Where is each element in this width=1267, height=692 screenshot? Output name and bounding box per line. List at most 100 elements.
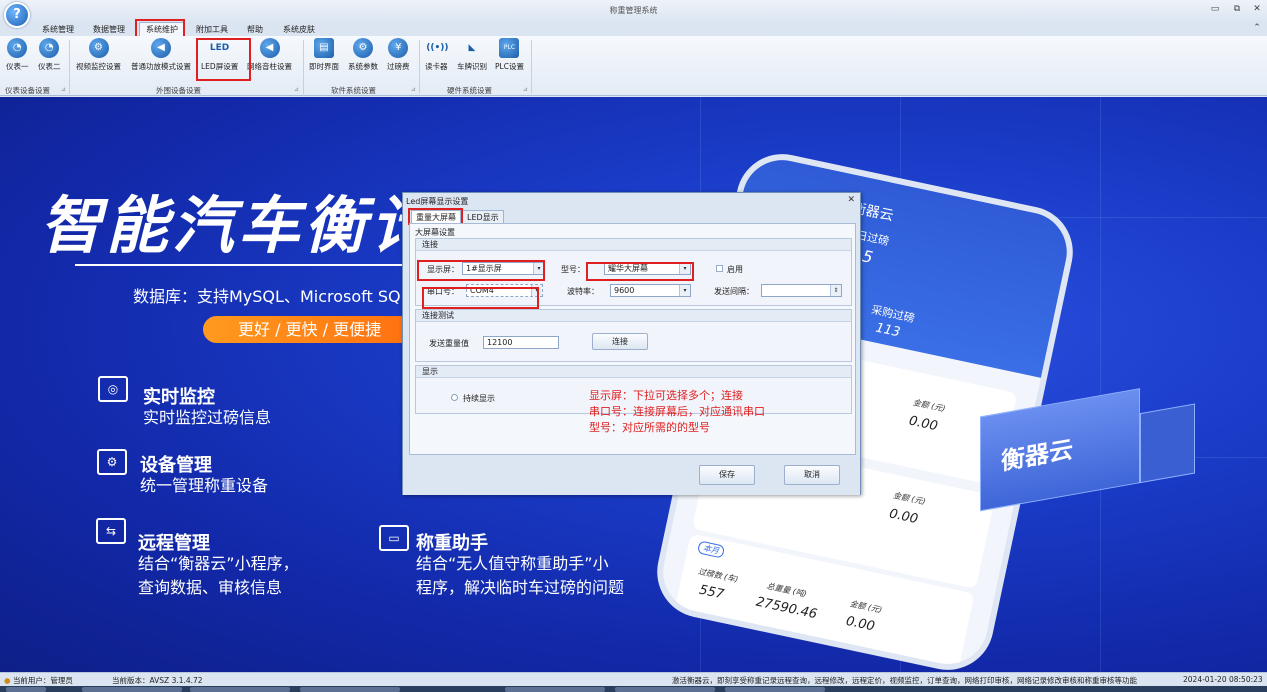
ribbon-separator <box>69 40 70 94</box>
gauge-icon: ◔ <box>39 38 60 58</box>
ribbon-gauge2-button[interactable]: ◔ 仪表二 <box>38 38 61 72</box>
port-value: COM4 <box>470 286 494 295</box>
led-settings-dialog: Led屏幕显示设置 ✕ 重量大屏幕 LED显示 大屏幕设置 连接 显示屏： 1#… <box>402 192 861 495</box>
phone-count-value: 557 <box>697 582 726 603</box>
app-logo-icon[interactable]: ? <box>4 2 30 28</box>
group-launcher-icon[interactable]: ⊿ <box>411 86 416 93</box>
chevron-down-icon[interactable]: ▾ <box>533 263 544 274</box>
group-label-meter: 仪表设备设置 <box>5 86 50 95</box>
window-title: 称重管理系统 <box>609 6 658 15</box>
group-label-peripheral: 外围设备设置 <box>156 86 201 95</box>
connect-button[interactable]: 连接 <box>592 333 648 350</box>
tab-led-display[interactable]: LED显示 <box>462 210 504 223</box>
port-combo[interactable]: COM4 ▾ <box>466 284 543 297</box>
menu-data-manage[interactable]: 数据管理 <box>93 24 125 35</box>
ribbon-label: 仪表一 <box>6 62 29 71</box>
chevron-down-icon[interactable]: ▾ <box>679 285 690 296</box>
taskbar-item[interactable] <box>300 687 400 692</box>
section-title: 大屏幕设置 <box>415 228 455 237</box>
ribbon-label: LED屏设置 <box>201 62 239 71</box>
taskbar-item[interactable] <box>615 687 715 692</box>
menu-extra-tools[interactable]: 附加工具 <box>196 24 228 35</box>
device-icon: ⚙ <box>97 449 127 475</box>
annotation-note: 串口号：连接屏幕后，对应通讯串口 <box>589 405 765 418</box>
taskbar-item[interactable] <box>725 687 825 692</box>
menu-system-manage[interactable]: 系统管理 <box>42 24 74 35</box>
model-value: 耀华大屏幕 <box>608 264 648 273</box>
menu-help[interactable]: 帮助 <box>247 24 263 35</box>
phone-amount-label: 金额 (元) <box>848 599 883 615</box>
interval-label: 发送间隔： <box>714 287 754 296</box>
display-value: 1#显示屏 <box>466 264 502 273</box>
cancel-button[interactable]: 取消 <box>784 465 840 485</box>
port-label: 串口号： <box>427 287 459 296</box>
baud-combo[interactable]: 9600 ▾ <box>610 284 691 297</box>
status-marquee: 激活衡器云，即刻享受称重记录远程查询，远程修改，远程定价，视频监控，订单查询，网… <box>672 676 1137 685</box>
phone-amount-label: 金额 (元) <box>912 397 947 414</box>
enable-label: 启用 <box>727 265 743 274</box>
group-label-hardware: 硬件系统设置 <box>447 86 492 95</box>
phone-amount-value: 0.00 <box>907 413 940 435</box>
status-bar: ● 当前用户：管理员 当前版本：AVSZ 3.1.4.72 激活衡器云，即刻享受… <box>0 672 1267 686</box>
dialog-close-icon[interactable]: ✕ <box>847 195 855 205</box>
ribbon-led-button[interactable]: LED LED屏设置 <box>201 38 238 72</box>
send-label: 发送重量值 <box>429 339 469 348</box>
ribbon-params-button[interactable]: ⚙ 系统参数 <box>348 38 378 72</box>
ribbon-amp-button[interactable]: ◀ 普通功放模式设置 <box>131 38 191 72</box>
minimize-button[interactable]: ▭ <box>1208 4 1222 14</box>
ribbon-fee-button[interactable]: ¥ 过磅费 <box>387 38 410 72</box>
menu-skin[interactable]: 系统皮肤 <box>283 24 315 35</box>
ribbon-netspeaker-button[interactable]: ◀ 网络音柱设置 <box>247 38 292 72</box>
ribbon-plc-button[interactable]: PLC PLC设置 <box>495 38 524 72</box>
taskbar-item[interactable] <box>6 687 46 692</box>
ribbon-video-button[interactable]: ⚙ 视频监控设置 <box>76 38 121 72</box>
phone-amount-label: 金额 (元) <box>892 490 927 507</box>
gauge-icon: ◔ <box>7 38 28 58</box>
phone-purchase-value: 113 <box>874 320 902 341</box>
group-launcher-icon[interactable]: ⊿ <box>294 86 299 93</box>
spin-icon[interactable]: ⇕ <box>830 285 841 296</box>
menu-system-maintain[interactable]: 系统维护 <box>139 22 185 37</box>
ribbon-label: 视频监控设置 <box>76 62 121 71</box>
chevron-down-icon[interactable]: ▾ <box>679 263 690 274</box>
menu-bar: 系统管理 数据管理 系统维护 附加工具 帮助 系统皮肤 ⌃ <box>0 22 1267 37</box>
taskbar-item[interactable] <box>505 687 605 692</box>
send-value-input[interactable]: 12100 <box>483 336 559 349</box>
close-button[interactable]: ✕ <box>1250 4 1264 14</box>
taskbar-item[interactable] <box>190 687 290 692</box>
ribbon-instant-button[interactable]: ▤ 即时界面 <box>309 38 339 72</box>
restore-button[interactable]: ⧉ <box>1230 4 1244 14</box>
baud-value: 9600 <box>614 286 635 295</box>
group-launcher-icon[interactable]: ⊿ <box>523 86 528 93</box>
continuous-radio[interactable] <box>451 394 458 401</box>
tab-big-screen[interactable]: 重量大屏幕 <box>411 210 461 223</box>
continuous-label: 持续显示 <box>463 394 495 403</box>
ribbon-gauge1-button[interactable]: ◔ 仪表一 <box>6 38 29 72</box>
annotation-note: 显示屏：下拉可选择多个；连接 <box>589 389 743 402</box>
model-label: 型号： <box>561 265 585 274</box>
ribbon-label: 普通功放模式设置 <box>131 62 191 71</box>
display-label: 显示屏： <box>427 265 459 274</box>
status-user-text: 当前用户：管理员 <box>12 676 73 685</box>
enable-checkbox[interactable] <box>716 265 723 272</box>
interval-spinner[interactable]: ⇕ <box>761 284 842 297</box>
ribbon-plate-button[interactable]: ◣ 车牌识别 <box>457 38 487 72</box>
taskbar <box>0 686 1267 692</box>
ribbon-label: PLC设置 <box>495 62 524 71</box>
plate-camera-icon: ◣ <box>468 43 476 53</box>
taskbar-item[interactable] <box>82 687 182 692</box>
model-combo[interactable]: 耀华大屏幕 ▾ <box>604 262 691 275</box>
feature-desc: 查询数据、审核信息 <box>138 578 283 597</box>
group-launcher-icon[interactable]: ⊿ <box>61 86 66 93</box>
save-button[interactable]: 保存 <box>699 465 755 485</box>
phone-weight-value: 27590.46 <box>754 594 819 623</box>
display-combo[interactable]: 1#显示屏 ▾ <box>462 262 545 275</box>
test-group: 连接测试 发送重量值 12100 连接 <box>415 309 852 362</box>
speaker-icon: ◀ <box>259 38 280 58</box>
ribbon-label: 仪表二 <box>38 62 61 71</box>
ribbon-collapse-icon[interactable]: ⌃ <box>1250 23 1264 33</box>
ribbon-separator <box>303 40 304 94</box>
chevron-down-icon[interactable]: ▾ <box>531 285 542 296</box>
banner-pill: 更好 / 更快 / 更便捷 <box>203 316 423 343</box>
ribbon-cardreader-button[interactable]: ((•)) 读卡器 <box>425 38 448 72</box>
